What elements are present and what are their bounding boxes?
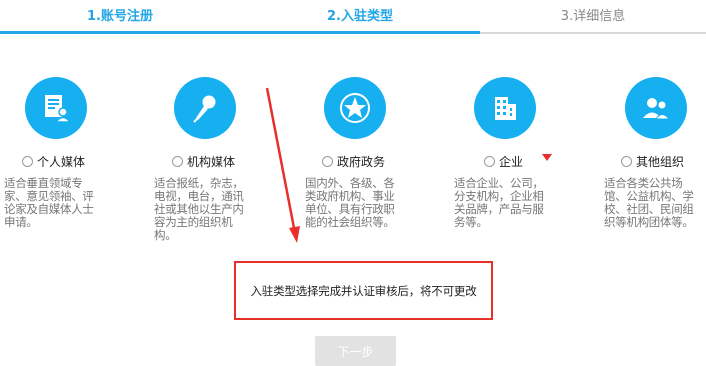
radio-personal-media[interactable]: 个人媒体 [22, 152, 85, 170]
radio-button[interactable] [621, 155, 632, 167]
type-label: 机构媒体 [187, 154, 236, 169]
radio-button[interactable] [322, 155, 333, 167]
group-users-icon[interactable] [625, 77, 687, 139]
step-progress-active [0, 31, 480, 34]
notice-text: 入驻类型选择完成并认证审核后，将不可更改 [250, 283, 477, 298]
radio-other-organization[interactable]: 其他组织 [621, 152, 684, 170]
type-description: 适合报纸，杂志，电视，电台，通讯社或其他以生产内容为主的组织机构。 [154, 176, 244, 242]
building-icon[interactable] [474, 77, 536, 139]
type-label: 个人媒体 [37, 154, 86, 169]
selection-indicator-triangle [542, 154, 552, 161]
radio-enterprise[interactable]: 企业 [484, 152, 523, 170]
step-details: 3.详细信息 [560, 9, 626, 24]
type-label: 其他组织 [636, 154, 685, 169]
radio-button[interactable] [484, 155, 495, 167]
type-label: 企业 [499, 154, 524, 169]
type-label: 政府政务 [337, 154, 386, 169]
notice-box: 入驻类型选择完成并认证审核后，将不可更改 [234, 261, 493, 320]
step-register-type: 2.入驻类型 [327, 9, 393, 24]
star-emblem-icon[interactable] [324, 77, 386, 139]
radio-institution-media[interactable]: 机构媒体 [172, 152, 235, 170]
step-account-register: 1.账号注册 [87, 9, 153, 24]
type-description: 适合垂直领域专家、意见领袖、评论家及自媒体人士申请。 [4, 176, 94, 229]
radio-button[interactable] [172, 155, 183, 167]
document-user-icon[interactable] [25, 77, 87, 139]
type-description: 适合企业、公司，分支机构，企业相关品牌，产品与服务等。 [454, 176, 544, 229]
radio-button[interactable] [22, 155, 33, 167]
type-description: 国内外、各级、各类政府机构、事业单位、具有行政职能的社会组织等。 [305, 176, 395, 229]
next-step-button[interactable]: 下一步 [315, 336, 396, 366]
radio-government[interactable]: 政府政务 [322, 152, 385, 170]
step-progress-bar: 1.账号注册 2.入驻类型 3.详细信息 [0, 0, 706, 34]
step-progress-inactive [480, 32, 706, 34]
type-description: 适合各类公共场馆、公益机构、学校、社团、民间组织等机构团体等。 [604, 176, 694, 229]
microphone-icon[interactable] [174, 77, 236, 139]
